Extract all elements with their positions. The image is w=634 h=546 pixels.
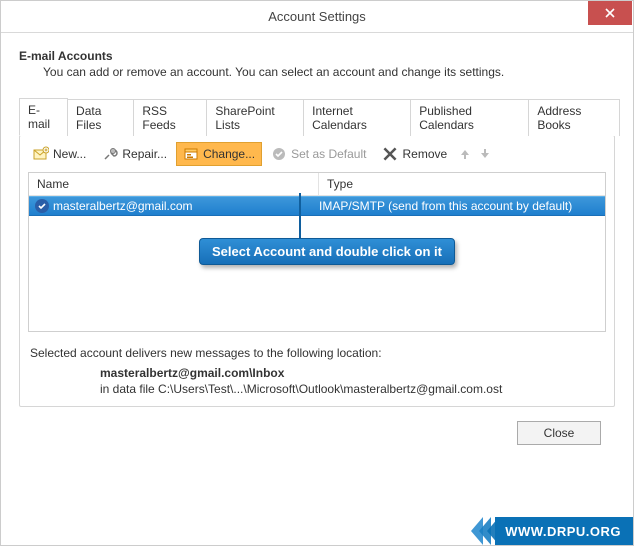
window-title: Account Settings [1,9,633,24]
set-default-button-label: Set as Default [291,147,366,161]
toolbar: New... Repair... Change... [20,136,614,172]
instruction-callout: Select Account and double click on it [199,238,455,265]
tab-address-books[interactable]: Address Books [528,99,620,136]
account-name: masteralbertz@gmail.com [53,199,193,213]
list-header: Name Type [29,173,605,196]
mail-new-icon [33,146,49,162]
check-circle-icon [271,146,287,162]
close-icon [605,8,615,18]
repair-icon [102,146,118,162]
delivery-intro: Selected account delivers new messages t… [30,346,604,360]
change-button[interactable]: Change... [176,142,262,166]
change-button-label: Change... [203,147,255,161]
tab-panel: New... Repair... Change... [19,135,615,407]
tab-sharepoint-lists[interactable]: SharePoint Lists [206,99,304,136]
account-type: IMAP/SMTP (send from this account by def… [319,199,601,213]
remove-button[interactable]: Remove [375,142,454,166]
tab-published-calendars[interactable]: Published Calendars [410,99,529,136]
titlebar: Account Settings [1,1,633,33]
repair-button-label: Repair... [122,147,167,161]
tab-rss-feeds[interactable]: RSS Feeds [133,99,207,136]
delivery-location: masteralbertz@gmail.com\Inbox [100,366,604,380]
new-button[interactable]: New... [26,142,93,166]
remove-icon [382,146,398,162]
move-down-button[interactable] [476,145,494,163]
column-name[interactable]: Name [29,173,319,195]
new-button-label: New... [53,147,86,161]
arrow-down-icon [479,148,491,160]
close-button[interactable]: Close [517,421,601,445]
section-subheading: You can add or remove an account. You ca… [43,65,619,79]
dialog-footer: Close [15,407,619,445]
remove-button-label: Remove [402,147,447,161]
callout-connector [299,193,301,241]
tab-internet-calendars[interactable]: Internet Calendars [303,99,411,136]
window-close-button[interactable] [588,1,632,25]
chevron-icon [487,517,499,545]
account-settings-window: Account Settings E-mail Accounts You can… [1,1,633,545]
change-icon [183,146,199,162]
account-row[interactable]: masteralbertz@gmail.com IMAP/SMTP (send … [29,196,605,216]
account-list: Name Type masteralbertz@gmail.com IMAP/S… [28,172,606,332]
delivery-path: in data file C:\Users\Test\...\Microsoft… [100,382,604,396]
branding-watermark: WWW.DRPU.ORG [471,517,633,545]
tab-email[interactable]: E-mail [19,98,68,136]
default-account-icon [35,199,49,213]
repair-button[interactable]: Repair... [95,142,174,166]
set-default-button[interactable]: Set as Default [264,142,373,166]
section-heading: E-mail Accounts [19,49,615,63]
move-up-button[interactable] [456,145,474,163]
column-type[interactable]: Type [319,173,605,195]
tabstrip: E-mail Data Files RSS Feeds SharePoint L… [19,98,619,136]
branding-text: WWW.DRPU.ORG [495,517,633,545]
tab-data-files[interactable]: Data Files [67,99,134,136]
arrow-up-icon [459,148,471,160]
